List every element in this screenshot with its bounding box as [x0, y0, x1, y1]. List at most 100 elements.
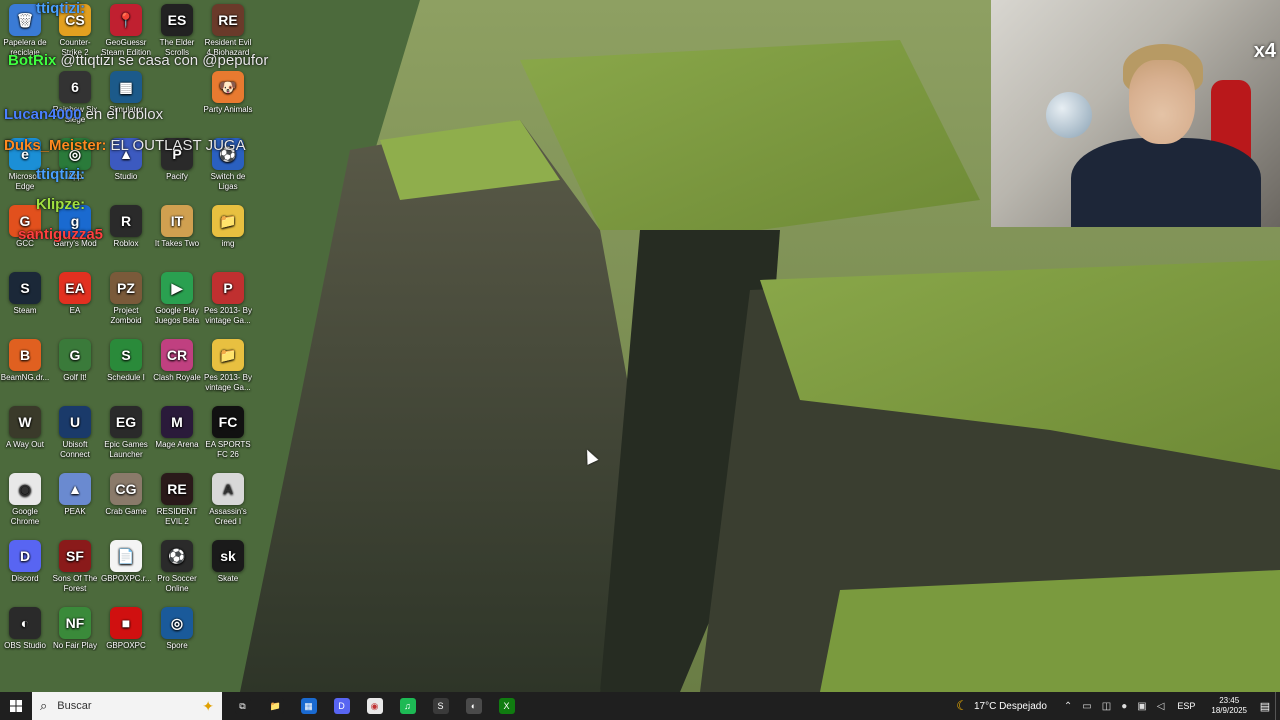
- desktop-icon[interactable]: 🐶 Party Animals: [203, 67, 253, 129]
- desktop-icon[interactable]: ◐ OBS Studio: [0, 603, 50, 665]
- chat-message: santiguzza5: [18, 226, 107, 243]
- desktop-icon[interactable]: IT It Takes Two: [152, 201, 202, 263]
- desktop-icon[interactable]: 📄 GBPOXPC.r...: [101, 536, 151, 598]
- chevron-up-icon[interactable]: ⌃: [1064, 701, 1072, 712]
- desktop-icon[interactable]: 📁 img: [203, 201, 253, 263]
- app-icon: 📁: [212, 205, 244, 237]
- taskbar-pinned-apps: ⧉ 📁 ▦ D ◉ ♫ S ◐ X: [226, 692, 523, 720]
- desktop-icon[interactable]: ◉ Google Chrome: [0, 469, 50, 531]
- app-icon: P: [212, 272, 244, 304]
- monitor-icon[interactable]: ▣: [1137, 701, 1146, 712]
- taskbar-search-box[interactable]: ⌕ Buscar ✦: [32, 692, 222, 720]
- app-icon: 📄: [110, 540, 142, 572]
- desktop-icon[interactable]: sk Skate: [203, 536, 253, 598]
- desktop-icon[interactable]: S Steam: [0, 268, 50, 330]
- chrome-icon: ◉: [366, 698, 383, 714]
- desktop-icon-label: BeamNG.dr...: [0, 373, 50, 382]
- app-icon: W: [9, 406, 41, 438]
- language-indicator[interactable]: ESP: [1177, 701, 1195, 711]
- desktop-icon-label: GBPOXPC: [106, 641, 146, 650]
- taskbar-xbox-button[interactable]: X: [490, 692, 523, 720]
- desktop-icon-label: Switch de Ligas: [210, 172, 246, 191]
- webcam-person-body: [1071, 138, 1261, 227]
- desktop-icon[interactable]: A Assassin's Creed I: [203, 469, 253, 531]
- app-icon: ⚽: [161, 540, 193, 572]
- desktop-icon[interactable]: EG Epic Games Launcher: [101, 402, 151, 464]
- microphone-icon[interactable]: ●: [1121, 701, 1127, 712]
- app-icon: EA: [59, 272, 91, 304]
- microsoft-store-icon: ▦: [300, 698, 317, 714]
- taskbar-spotify-button[interactable]: ♫: [391, 692, 424, 720]
- app-icon: ▶: [161, 272, 193, 304]
- desktop-icon[interactable]: W A Way Out: [0, 402, 50, 464]
- desktop-icon-label: Clash Royale: [153, 373, 201, 382]
- chat-text: EL OUTLAST JUGA: [110, 137, 246, 154]
- app-icon: FC: [212, 406, 244, 438]
- clock[interactable]: 23:45 18/9/2025: [1211, 696, 1247, 716]
- desktop-icon[interactable]: G Golf It!: [50, 335, 100, 397]
- desktop-icon-label: OBS Studio: [4, 641, 46, 650]
- desktop-icon[interactable]: RE RESIDENT EVIL 2: [152, 469, 202, 531]
- desktop-icon-label: Discord: [11, 574, 39, 583]
- desktop-icon-label: EA: [69, 306, 81, 315]
- desktop-icon[interactable]: CG Crab Game: [101, 469, 151, 531]
- desktop-icon[interactable]: S Schedule I: [101, 335, 151, 397]
- desktop-icon[interactable]: M Mage Arena: [152, 402, 202, 464]
- taskbar-task-view-button[interactable]: ⧉: [226, 692, 259, 720]
- desktop-icon-label: RESIDENT EVIL 2: [156, 507, 198, 526]
- desktop-icon[interactable]: R Roblox: [101, 201, 151, 263]
- chat-text: en el roblox: [85, 106, 164, 123]
- taskbar-discord-button[interactable]: D: [325, 692, 358, 720]
- desktop-icon-label: Assassin's Creed I: [209, 507, 247, 526]
- desktop-icon[interactable]: CR Clash Royale: [152, 335, 202, 397]
- desktop-icon[interactable]: NF No Fair Play: [50, 603, 100, 665]
- desktop-icon-label: Pes 2013- By vintage Ga...: [203, 306, 253, 325]
- taskbar: ⌕ Buscar ✦ ⧉ 📁 ▦ D ◉ ♫ S ◐ X ☾ 17°C Despejado ⌃ …: [0, 692, 1280, 720]
- app-icon: M: [161, 406, 193, 438]
- desktop-icon-label: Party Animals: [203, 105, 253, 114]
- app-icon: RE: [212, 4, 244, 36]
- app-icon: 🐶: [212, 71, 244, 103]
- desktop-icon[interactable]: B BeamNG.dr...: [0, 335, 50, 397]
- weather-widget[interactable]: ☾ 17°C Despejado: [956, 698, 1047, 714]
- desktop-icon[interactable]: U Ubisoft Connect: [50, 402, 100, 464]
- screen-icon[interactable]: ▭: [1082, 701, 1091, 712]
- taskbar-steam-button[interactable]: S: [424, 692, 457, 720]
- steam-icon: S: [432, 698, 449, 714]
- desktop-icon[interactable]: FC EA SPORTS FC 26: [203, 402, 253, 464]
- desktop-icon[interactable]: ▶ Google Play Juegos Beta: [152, 268, 202, 330]
- desktop-icon-label: Skate: [217, 574, 239, 583]
- app-icon: 6: [59, 71, 91, 103]
- taskbar-microsoft-store-button[interactable]: ▦: [292, 692, 325, 720]
- desktop-icon[interactable]: SF Sons Of The Forest: [50, 536, 100, 598]
- obs-icon: ◐: [465, 698, 482, 714]
- app-icon: ▦: [110, 71, 142, 103]
- desktop-icon[interactable]: EA EA: [50, 268, 100, 330]
- notification-icon[interactable]: ▤: [1255, 700, 1275, 713]
- app-icon: 📁: [212, 339, 244, 371]
- show-desktop-button[interactable]: [1275, 692, 1280, 720]
- desktop-icon-label: No Fair Play: [52, 641, 97, 650]
- network-icon[interactable]: ◫: [1102, 701, 1111, 712]
- desktop-icon[interactable]: ◎ Spore: [152, 603, 202, 665]
- taskbar-chrome-button[interactable]: ◉: [358, 692, 391, 720]
- start-button[interactable]: [0, 692, 32, 720]
- taskbar-obs-button[interactable]: ◐: [457, 692, 490, 720]
- chat-username: Duks_Meister:: [4, 137, 107, 154]
- chat-message: ttiqtizi:: [36, 0, 89, 17]
- desktop-icon[interactable]: ▲ PEAK: [50, 469, 100, 531]
- speaker-icon[interactable]: ◁: [1157, 701, 1165, 712]
- desktop-icon-label: Studio: [114, 172, 138, 181]
- desktop-icon[interactable]: PZ Project Zomboid: [101, 268, 151, 330]
- desktop-icon[interactable]: ■ GBPOXPC: [101, 603, 151, 665]
- desktop-icon[interactable]: P Pes 2013- By vintage Ga...: [203, 268, 253, 330]
- desktop-icon[interactable]: ⚽ Pro Soccer Online: [152, 536, 202, 598]
- chat-text: @ttiqtizi se casa con @pepufor: [60, 52, 269, 69]
- app-icon: EG: [110, 406, 142, 438]
- desktop-icon[interactable]: 📁 Pes 2013- By vintage Ga...: [203, 335, 253, 397]
- taskbar-file-explorer-button[interactable]: 📁: [259, 692, 292, 720]
- app-icon: S: [9, 272, 41, 304]
- desktop-icon[interactable]: D Discord: [0, 536, 50, 598]
- search-icon: ⌕: [40, 698, 48, 713]
- desktop-icon-label: Google Chrome: [10, 507, 40, 526]
